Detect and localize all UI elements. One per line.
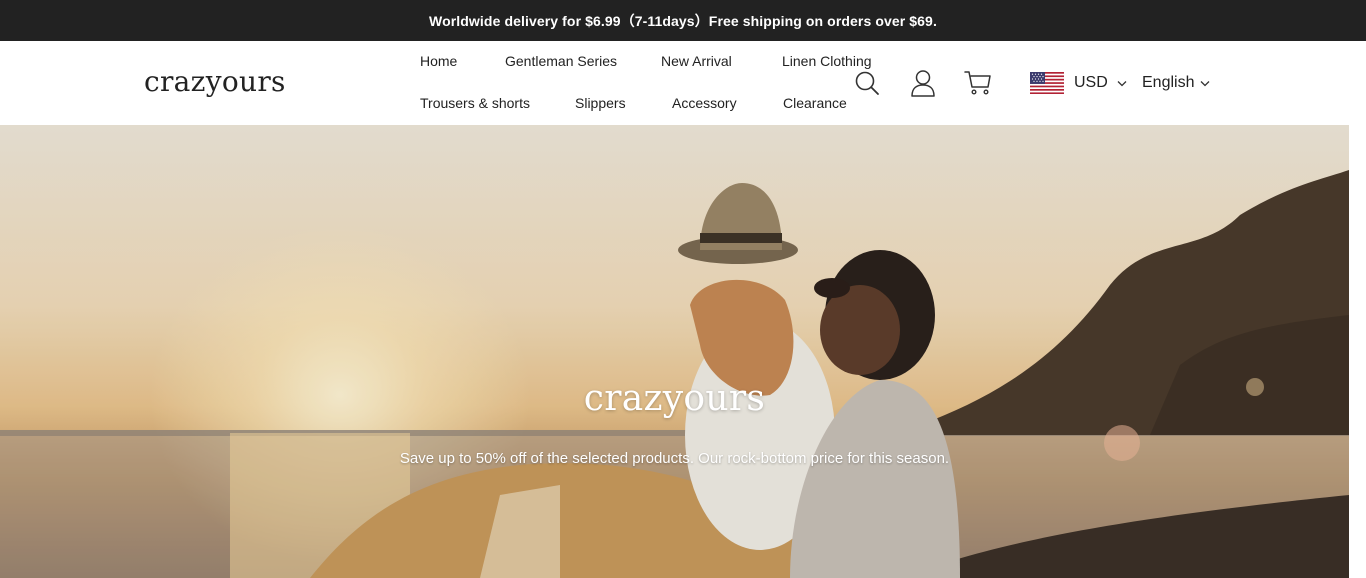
announcement-bar: Worldwide delivery for $6.99（7-11days）Fr… [0, 0, 1366, 41]
hero-overlay [0, 125, 1349, 578]
chevron-down-icon [1201, 80, 1210, 86]
nav-item-trousers-shorts[interactable]: Trousers & shorts [420, 95, 530, 111]
hero-subtitle: Save up to 50% off of the selected produ… [399, 450, 950, 467]
cart-icon[interactable] [964, 69, 992, 97]
language-label: English [1142, 74, 1195, 91]
hero-banner[interactable]: crazyours Save up to 50% off of the sele… [0, 125, 1349, 578]
nav-item-home[interactable]: Home [420, 53, 457, 69]
nav-item-gentleman-series[interactable]: Gentleman Series [505, 53, 617, 69]
currency-label: USD [1074, 74, 1108, 91]
nav-item-linen-clothing[interactable]: Linen Clothing [782, 53, 872, 69]
language-selector[interactable]: English [1142, 71, 1210, 95]
search-icon[interactable] [853, 69, 881, 97]
nav-item-new-arrival[interactable]: New Arrival [661, 53, 732, 69]
account-icon[interactable] [909, 69, 937, 97]
currency-selector[interactable]: USD [1030, 71, 1127, 95]
chevron-down-icon [1117, 80, 1127, 86]
site-header: crazyours Home Gentleman Series New Arri… [0, 41, 1366, 125]
announcement-text: Worldwide delivery for $6.99（7-11days）Fr… [429, 12, 937, 29]
site-logo[interactable]: crazyours [144, 65, 286, 98]
hero-title: crazyours [583, 378, 766, 419]
main-nav: Home Gentleman Series New Arrival Linen … [420, 41, 872, 125]
nav-item-slippers[interactable]: Slippers [575, 95, 626, 111]
nav-item-accessory[interactable]: Accessory [672, 95, 737, 111]
us-flag-icon [1030, 72, 1064, 94]
nav-item-clearance[interactable]: Clearance [783, 95, 847, 111]
scrollbar[interactable] [1349, 125, 1366, 578]
